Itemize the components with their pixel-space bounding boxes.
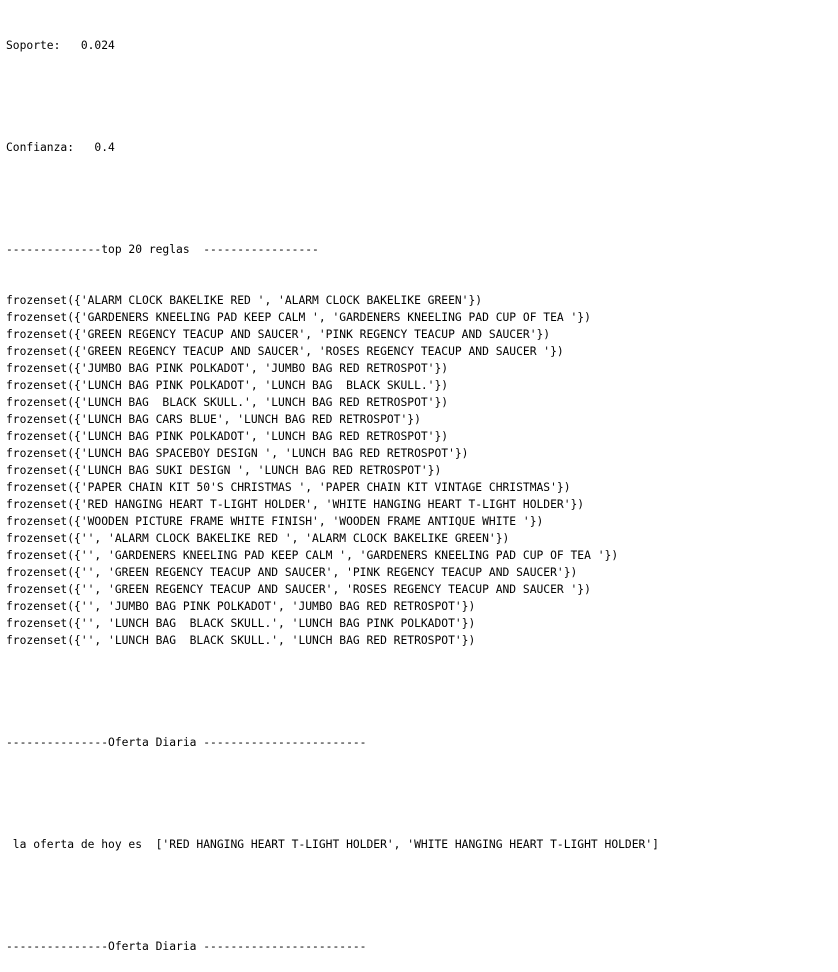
rule-line: frozenset({'', 'GREEN REGENCY TEACUP AND… — [6, 566, 578, 579]
rule-line: frozenset({'WOODEN PICTURE FRAME WHITE F… — [6, 515, 544, 528]
rule-line: frozenset({'', 'JUMBO BAG PINK POLKADOT'… — [6, 600, 476, 613]
confianza-line: Confianza: 0.4 — [6, 141, 115, 154]
oferta-line: la oferta de hoy es ['RED HANGING HEART … — [6, 838, 659, 851]
soporte-line: Soporte: 0.024 — [6, 39, 115, 52]
rule-line: frozenset({'GARDENERS KNEELING PAD KEEP … — [6, 311, 591, 324]
rule-line: frozenset({'LUNCH BAG CARS BLUE', 'LUNCH… — [6, 413, 421, 426]
top-rules-header: --------------top 20 reglas ------------… — [6, 243, 319, 256]
oferta-header-second: ---------------Oferta Diaria -----------… — [6, 940, 367, 953]
rule-line: frozenset({'', 'GREEN REGENCY TEACUP AND… — [6, 583, 591, 596]
console-output: Soporte: 0.024 Confianza: 0.4 ----------… — [6, 3, 659, 972]
rule-line: frozenset({'LUNCH BAG SUKI DESIGN ', 'LU… — [6, 464, 442, 477]
rule-line: frozenset({'JUMBO BAG PINK POLKADOT', 'J… — [6, 362, 449, 375]
rule-line: frozenset({'GREEN REGENCY TEACUP AND SAU… — [6, 345, 564, 358]
rule-line: frozenset({'', 'GARDENERS KNEELING PAD K… — [6, 549, 619, 562]
rule-line: frozenset({'', 'LUNCH BAG BLACK SKULL.',… — [6, 617, 476, 630]
rule-line: frozenset({'', 'ALARM CLOCK BAKELIKE RED… — [6, 532, 510, 545]
rule-line: frozenset({'LUNCH BAG BLACK SKULL.', 'LU… — [6, 396, 449, 409]
rule-line: frozenset({'RED HANGING HEART T-LIGHT HO… — [6, 498, 585, 511]
rule-line: frozenset({'LUNCH BAG PINK POLKADOT', 'L… — [6, 379, 449, 392]
rule-line: frozenset({'LUNCH BAG SPACEBOY DESIGN ',… — [6, 447, 469, 460]
rule-line: frozenset({'LUNCH BAG PINK POLKADOT', 'L… — [6, 430, 449, 443]
rule-line: frozenset({'ALARM CLOCK BAKELIKE RED ', … — [6, 294, 483, 307]
rule-line: frozenset({'PAPER CHAIN KIT 50'S CHRISTM… — [6, 481, 571, 494]
rules-list: frozenset({'ALARM CLOCK BAKELIKE RED ', … — [6, 292, 659, 649]
rule-line: frozenset({'GREEN REGENCY TEACUP AND SAU… — [6, 328, 551, 341]
oferta-header: ---------------Oferta Diaria -----------… — [6, 736, 367, 749]
rule-line: frozenset({'', 'LUNCH BAG BLACK SKULL.',… — [6, 634, 476, 647]
